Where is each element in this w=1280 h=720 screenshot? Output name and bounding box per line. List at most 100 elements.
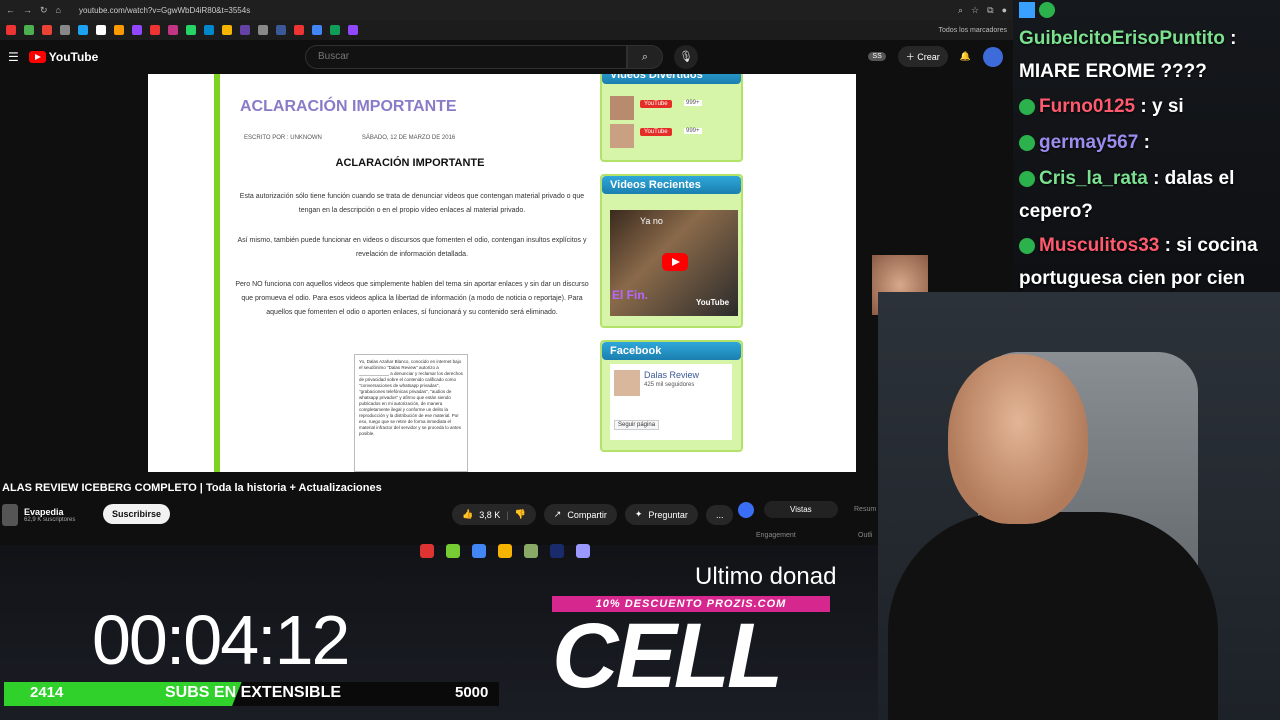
stream-chat: GuibelcitoErisoPuntito : MIARE EROME ???… <box>1015 0 1280 292</box>
bookmark-icon[interactable] <box>24 25 34 35</box>
like-icon: 👍 <box>462 509 474 519</box>
follow-page-button[interactable]: Seguir página <box>614 420 660 430</box>
youtube-badge[interactable]: YouTube <box>640 100 672 108</box>
bookmark-icon[interactable] <box>186 25 196 35</box>
bookmark-icon[interactable] <box>6 25 16 35</box>
home-icon[interactable]: ⌂ <box>56 5 61 16</box>
subscriber-count: 62,9 K suscriptores <box>24 517 76 523</box>
folder-icon[interactable] <box>498 544 512 558</box>
share-button[interactable]: ↗ Compartir <box>543 504 617 525</box>
bookmark-icon[interactable] <box>330 25 340 35</box>
bookmark-icon[interactable] <box>258 25 268 35</box>
menu-icon[interactable]: ☰ <box>8 50 19 64</box>
facebook-avatar <box>614 370 640 396</box>
bookmark-icon[interactable] <box>348 25 358 35</box>
forward-icon[interactable]: → <box>23 5 32 16</box>
bookmark-icon[interactable] <box>222 25 232 35</box>
dislike-icon[interactable]: 👎 <box>515 509 526 520</box>
bookmark-icon[interactable] <box>240 25 250 35</box>
badge-icon <box>1019 237 1035 254</box>
bookmark-icon[interactable] <box>114 25 124 35</box>
profile-icon[interactable]: ● <box>1002 5 1007 15</box>
recent-video-thumbnail[interactable]: Ya no El Fin. YouTube <box>610 210 738 316</box>
channel-info[interactable]: Evapedia 62,9 K suscriptores <box>2 504 75 526</box>
create-button[interactable]: ＋ Crear <box>897 46 948 67</box>
ask-button[interactable]: ✦ Preguntar <box>624 504 698 525</box>
app-icon[interactable] <box>576 544 590 558</box>
youtube-badge[interactable]: YouTube <box>640 128 672 136</box>
chat-message: Cris_la_rata : dalas el cepero? <box>1019 168 1235 222</box>
browser-window: ← → ↻ ⌂ youtube.com/watch?v=GgwWbD4iR80&… <box>0 0 1013 545</box>
video-actions: 👍 3,8 K | 👎 ↗ Compartir ✦ Preguntar ... <box>452 504 734 525</box>
outline-label: Outli <box>858 532 873 539</box>
bookmark-icon[interactable] <box>276 25 286 35</box>
article-heading: ACLARACIÓN IMPORTANTE <box>335 157 485 169</box>
blog-sidebar: Videos Divertidos YouTube 999+ YouTube 9… <box>600 74 746 472</box>
article-paragraph: Así mismo, también puede funcionar en vi… <box>237 237 587 258</box>
chat-message: Musculitos33 : si cocina portuguesa cien… <box>1019 235 1258 289</box>
stream-layout: ← → ↻ ⌂ youtube.com/watch?v=GgwWbD4iR80&… <box>0 0 1280 720</box>
search-icon[interactable]: ⌕ <box>627 45 663 69</box>
zoom-icon[interactable]: ⌕ <box>958 5 963 16</box>
bookmark-icon[interactable] <box>168 25 178 35</box>
video-thumb <box>610 96 634 120</box>
app-icon[interactable] <box>524 544 538 558</box>
cube-icon <box>1019 2 1035 18</box>
reload-icon[interactable]: ↻ <box>40 5 48 16</box>
chat-message: GuibelcitoErisoPuntito : MIARE EROME ???… <box>1019 28 1237 82</box>
avatar[interactable] <box>983 46 1003 67</box>
photoshop-icon[interactable] <box>550 544 564 558</box>
bookmark-icon[interactable] <box>294 25 304 35</box>
panel-icon[interactable] <box>738 502 754 518</box>
like-button[interactable]: 👍 3,8 K | 👎 <box>452 504 536 525</box>
sparkle-icon: ✦ <box>634 509 643 519</box>
subs-label: SUBS EN EXTENSIBLE <box>165 684 342 701</box>
bookmark-icon[interactable] <box>78 25 88 35</box>
notifications-icon[interactable]: 🔔 <box>960 51 971 62</box>
engagement-label: Engagement <box>756 532 796 539</box>
widget-videos-recientes: Videos Recientes Ya no El Fin. YouTube <box>600 174 743 328</box>
bookmark-icon[interactable] <box>96 25 106 35</box>
app-icon[interactable] <box>446 544 460 558</box>
channel-name[interactable]: Evapedia <box>24 507 75 517</box>
youtube-logo[interactable]: YouTube <box>28 50 98 64</box>
widget-videos-divertidos: Videos Divertidos YouTube 999+ YouTube 9… <box>600 74 743 162</box>
taskbar <box>420 544 590 558</box>
subscribe-button[interactable]: Suscribirse <box>103 504 171 524</box>
bookmark-icon[interactable] <box>204 25 214 35</box>
bookmark-icon[interactable] <box>60 25 70 35</box>
app-icon[interactable] <box>420 544 434 558</box>
star-icon[interactable]: ☆ <box>971 5 979 16</box>
subs-goal: 5000 <box>455 684 489 701</box>
article-title: ACLARACIÓN IMPORTANTE <box>240 98 457 115</box>
tab-vistas[interactable]: Vistas <box>764 501 838 518</box>
bookmarks-bar: Todos los marcadores <box>0 20 1013 40</box>
video-player[interactable]: ACLARACIÓN IMPORTANTE ESCRITO POR : UNKN… <box>148 74 856 472</box>
premium-badge[interactable]: SS <box>868 52 886 61</box>
badge-icon <box>1019 98 1035 115</box>
bookmark-icon[interactable] <box>132 25 142 35</box>
video-title: ALAS REVIEW ICEBERG COMPLETO | Toda la h… <box>2 482 382 494</box>
play-icon[interactable] <box>662 253 688 271</box>
badge-icon <box>1039 2 1055 18</box>
back-icon[interactable]: ← <box>6 5 15 16</box>
url-field[interactable]: youtube.com/watch?v=GgwWbD4iR80&t=3554s <box>79 6 250 15</box>
all-bookmarks[interactable]: Todos los marcadores <box>939 27 1007 34</box>
search-input[interactable]: Buscar <box>305 45 627 69</box>
widget-facebook: Facebook Dalas Review 425 mil seguidores… <box>600 340 743 452</box>
tab-resumen[interactable]: Resum <box>854 506 876 513</box>
chat-message: germay567 : <box>1019 126 1277 159</box>
bookmark-icon[interactable] <box>42 25 52 35</box>
microphone-icon[interactable]: 🎙 <box>674 45 698 69</box>
chat-header-icons <box>1019 2 1055 18</box>
channel-avatar[interactable] <box>2 504 18 526</box>
bookmark-icon[interactable] <box>150 25 160 35</box>
extensions-icon[interactable]: ⧉ <box>987 5 993 16</box>
bookmark-icon[interactable] <box>312 25 322 35</box>
share-icon: ↗ <box>553 509 562 519</box>
widget-title: Facebook <box>602 342 741 360</box>
more-button[interactable]: ... <box>705 504 734 525</box>
chrome-icon[interactable] <box>472 544 486 558</box>
article-paragraph: Esta autorización sólo tiene función cua… <box>239 193 585 214</box>
address-bar: ← → ↻ ⌂ youtube.com/watch?v=GgwWbD4iR80&… <box>0 0 1013 20</box>
